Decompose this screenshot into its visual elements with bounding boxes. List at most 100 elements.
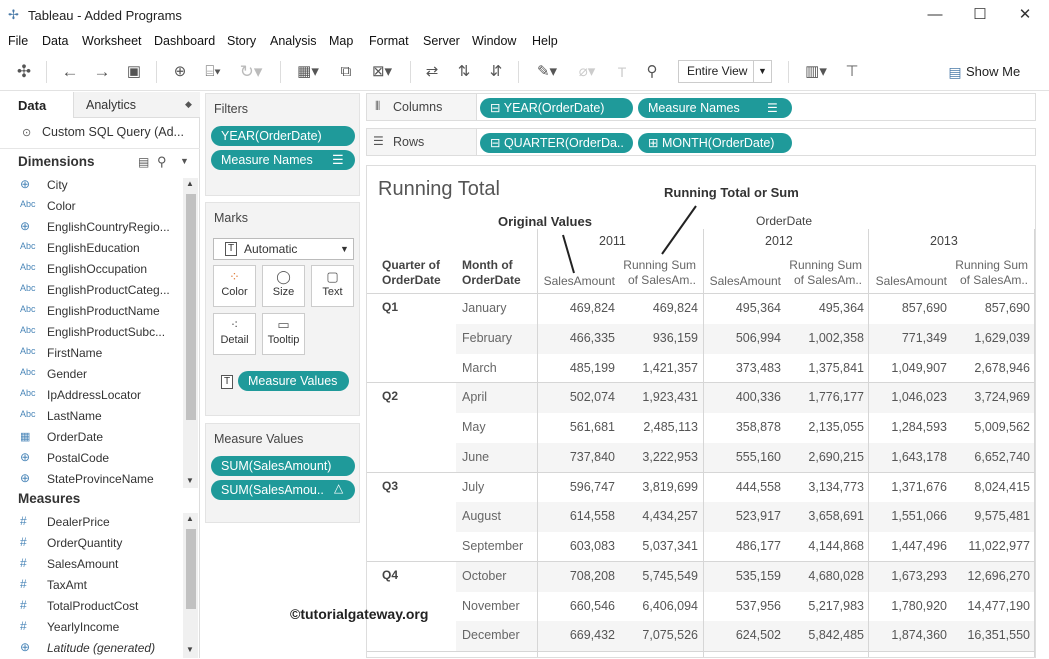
tableau-home-icon[interactable]: ✣ — [12, 61, 36, 83]
size-button[interactable]: ◯ Size — [262, 265, 305, 307]
datasource-options-icon[interactable]: ⌸▾ — [198, 61, 228, 83]
dimensions-item[interactable]: ⊕ City — [0, 175, 182, 196]
scroll-down-icon[interactable]: ▼ — [186, 645, 194, 654]
fit-dropdown[interactable]: Entire View ▼ — [678, 60, 772, 83]
measures-item[interactable]: # OrderQuantity — [0, 533, 182, 554]
measures-item[interactable]: # SalesAmount — [0, 554, 182, 575]
measures-item[interactable]: # TotalProductCost — [0, 596, 182, 617]
menu-help[interactable]: Help — [532, 34, 558, 48]
close-button[interactable]: ✕ — [1005, 2, 1045, 28]
menu-server[interactable]: Server — [423, 34, 460, 48]
rows-pill-month[interactable]: ⊞ MONTH(OrderDate) — [638, 133, 792, 153]
show-me-icon[interactable]: ▤ — [944, 61, 966, 83]
menu-story[interactable]: Story — [227, 34, 256, 48]
dimensions-item[interactable]: Abc IpAddressLocator — [0, 385, 182, 406]
tab-collapse-icon[interactable]: ◆ — [185, 99, 192, 110]
dimensions-item[interactable]: Abc EnglishProductCateg... — [0, 280, 182, 301]
tab-data[interactable]: Data — [0, 92, 74, 118]
pin-axes-icon[interactable]: ⚲ — [640, 61, 664, 83]
new-worksheet-icon[interactable]: ▦▾ — [290, 61, 326, 83]
marks-pill-measure-values[interactable]: Measure Values — [238, 371, 349, 391]
measure-value-pill-sum[interactable]: SUM(SalesAmount) — [211, 456, 355, 476]
menu-worksheet[interactable]: Worksheet — [82, 34, 142, 48]
value-cell: 1,643,178 — [891, 449, 947, 464]
dimensions-menu-icon[interactable]: ▼ — [180, 156, 189, 166]
refresh-icon[interactable]: ↻▾ — [236, 61, 266, 83]
mark-type-value: Automatic — [244, 242, 298, 256]
title-bar: ✢ Tableau - Added Programs — ☐ ✕ — [0, 0, 1049, 31]
value-cell: 1,923,431 — [642, 390, 698, 405]
menu-analysis[interactable]: Analysis — [270, 34, 317, 48]
month-label: January — [462, 301, 507, 315]
swap-rows-columns-icon[interactable]: ⇄ — [420, 61, 444, 83]
show-mark-labels-icon[interactable]: T — [610, 61, 634, 83]
month-label: April — [462, 390, 488, 405]
dimensions-item[interactable]: ⊕ PostalCode — [0, 448, 182, 469]
dimensions-item[interactable]: Abc Color — [0, 196, 182, 217]
value-cell: 708,208 — [569, 568, 615, 583]
group-members-icon[interactable]: ⌀▾ — [570, 61, 604, 83]
filter-pill-year[interactable]: YEAR(OrderDate) — [211, 126, 355, 146]
menu-file[interactable]: File — [8, 34, 28, 48]
field-label: EnglishProductSubc... — [47, 325, 166, 339]
rows-pill-quarter[interactable]: ⊟ QUARTER(OrderDa.. — [480, 133, 633, 153]
scroll-up-icon[interactable]: ▲ — [186, 514, 194, 523]
show-me-button[interactable]: Show Me — [966, 64, 1020, 79]
scroll-up-icon[interactable]: ▲ — [186, 179, 194, 188]
columns-pill-year[interactable]: ⊟ YEAR(OrderDate) — [480, 98, 633, 118]
text-type-icon: Abc — [20, 388, 36, 398]
color-button[interactable]: ⁘ Color — [213, 265, 256, 307]
dimensions-item[interactable]: Abc LastName — [0, 406, 182, 427]
tab-analytics[interactable]: Analytics — [86, 98, 136, 112]
sales-amount-header: SalesAmount — [875, 274, 947, 288]
window-title: Tableau - Added Programs — [28, 8, 182, 23]
menu-format[interactable]: Format — [369, 34, 409, 48]
dimensions-item[interactable]: Abc Gender — [0, 364, 182, 385]
field-label: TotalProductCost — [47, 599, 139, 613]
scroll-down-icon[interactable]: ▼ — [186, 476, 194, 485]
value-cell: 2,678,946 — [974, 360, 1030, 375]
value-cell: 1,375,841 — [808, 360, 864, 375]
view-options-icon[interactable]: ▤ — [138, 155, 149, 169]
presentation-mode-icon[interactable]: ⊤ — [840, 61, 864, 83]
value-cell: 495,364 — [735, 301, 781, 315]
dimensions-item[interactable]: ▦ OrderDate — [0, 427, 182, 448]
dimensions-item[interactable]: ⊕ EnglishCountryRegio... — [0, 217, 182, 238]
dimensions-item[interactable]: Abc FirstName — [0, 343, 182, 364]
measures-item[interactable]: # YearlyIncome — [0, 617, 182, 638]
highlight-icon[interactable]: ✎▾ — [530, 61, 564, 83]
maximize-button[interactable]: ☐ — [960, 2, 1000, 28]
dimensions-item[interactable]: ⊕ StateProvinceName — [0, 469, 182, 490]
sort-ascending-icon[interactable]: ⇅ — [452, 61, 476, 83]
month-label: December — [462, 628, 520, 643]
menu-dashboard[interactable]: Dashboard — [154, 34, 215, 48]
redo-icon[interactable]: → — [90, 61, 114, 83]
value-cell: 502,074 — [569, 390, 615, 405]
dimensions-item[interactable]: Abc EnglishProductSubc... — [0, 322, 182, 343]
new-datasource-icon[interactable]: ⊕ — [168, 61, 192, 83]
clear-sheet-icon[interactable]: ⊠▾ — [364, 61, 400, 83]
menu-window[interactable]: Window — [472, 34, 516, 48]
minimize-button[interactable]: — — [915, 2, 955, 28]
detail-button[interactable]: ⁖ Detail — [213, 313, 256, 355]
mark-type-dropdown[interactable]: T Automatic ▼ — [213, 238, 354, 260]
dimensions-item[interactable]: Abc EnglishEducation — [0, 238, 182, 259]
save-icon[interactable]: ▣ — [122, 61, 146, 83]
datasource-name[interactable]: Custom SQL Query (Ad... — [42, 125, 184, 139]
value-cell: 486,177 — [735, 539, 781, 553]
show-cards-icon[interactable]: ▥▾ — [798, 61, 834, 83]
measures-item[interactable]: ⊕ Latitude (generated) — [0, 638, 182, 659]
search-icon[interactable]: ⚲ — [157, 154, 167, 170]
measures-item[interactable]: # TaxAmt — [0, 575, 182, 596]
duplicate-sheet-icon[interactable]: ⧉ — [334, 61, 358, 83]
dimensions-item[interactable]: Abc EnglishOccupation — [0, 259, 182, 280]
measures-item[interactable]: # DealerPrice — [0, 512, 182, 533]
menu-data[interactable]: Data — [42, 34, 68, 48]
menu-map[interactable]: Map — [329, 34, 353, 48]
sort-descending-icon[interactable]: ⇵ — [484, 61, 508, 83]
undo-icon[interactable]: ← — [58, 61, 82, 83]
text-button[interactable]: ▢ Text — [311, 265, 354, 307]
tooltip-button[interactable]: ▭ Tooltip — [262, 313, 305, 355]
value-cell: 857,690 — [901, 301, 947, 315]
dimensions-item[interactable]: Abc EnglishProductName — [0, 301, 182, 322]
